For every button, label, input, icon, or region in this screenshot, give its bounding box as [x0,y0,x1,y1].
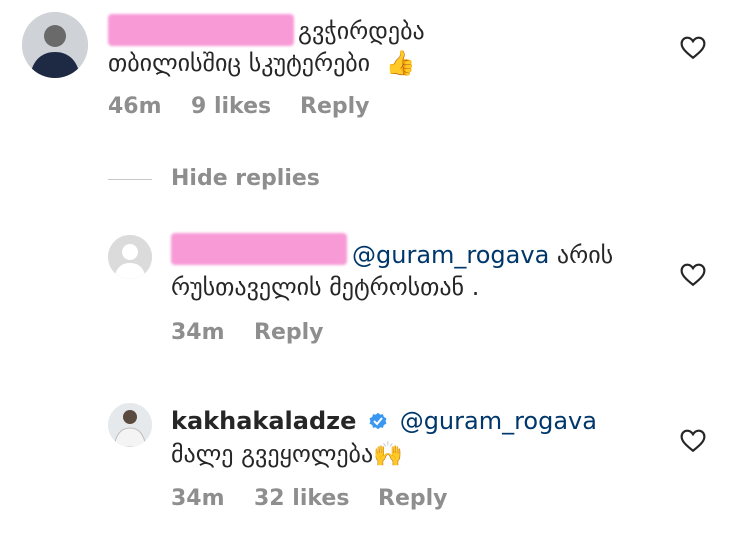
default-avatar-icon [108,235,152,279]
avatar-photo [108,403,152,447]
heart-icon[interactable] [680,263,706,287]
reply-button[interactable]: Reply [300,94,370,119]
username[interactable]: kakhakaladze [171,407,356,435]
redacted-username [171,233,347,265]
likes-count[interactable]: 9 likes [191,94,271,119]
reply-button[interactable]: Reply [378,486,448,511]
reply-time: 34m [171,486,225,511]
reply-button[interactable]: Reply [254,320,324,345]
avatar[interactable] [22,12,88,78]
reply-time: 34m [171,320,225,345]
reply-text: მალე გვეყოლება [171,440,374,468]
reply-text-line2: რუსთაველის მეტროსთან . [171,273,480,301]
mention-link[interactable]: @guram_rogava [352,241,549,269]
reply-text-line1: kakhakaladze @guram_rogava [171,404,597,438]
comment-text: გვჭირდება [298,17,425,45]
avatar-photo [22,12,88,78]
heart-icon[interactable] [680,429,706,453]
reply-text-line2: მალე გვეყოლება🙌 [171,437,403,471]
avatar[interactable] [108,403,152,447]
thumbs-up-emoji: 👍 [385,49,416,77]
hide-replies-button[interactable]: Hide replies [171,166,320,191]
comment-text-line2: თბილისშიც სკუტერები 👍 [108,46,416,80]
heart-icon[interactable] [680,36,706,60]
comment-time: 46m [108,94,162,119]
hide-replies-divider [108,179,152,180]
reply-text: არის [556,241,614,269]
mention-link[interactable]: @guram_rogava [400,407,597,435]
raised-hands-emoji: 🙌 [373,440,404,468]
reply-text-line1: @guram_rogava არის [352,238,613,272]
avatar[interactable] [108,235,152,279]
comment-text-continued: თბილისშიც სკუტერები [108,49,371,77]
likes-count[interactable]: 32 likes [254,486,349,511]
verified-badge-icon [369,412,387,430]
redacted-username [108,14,294,46]
